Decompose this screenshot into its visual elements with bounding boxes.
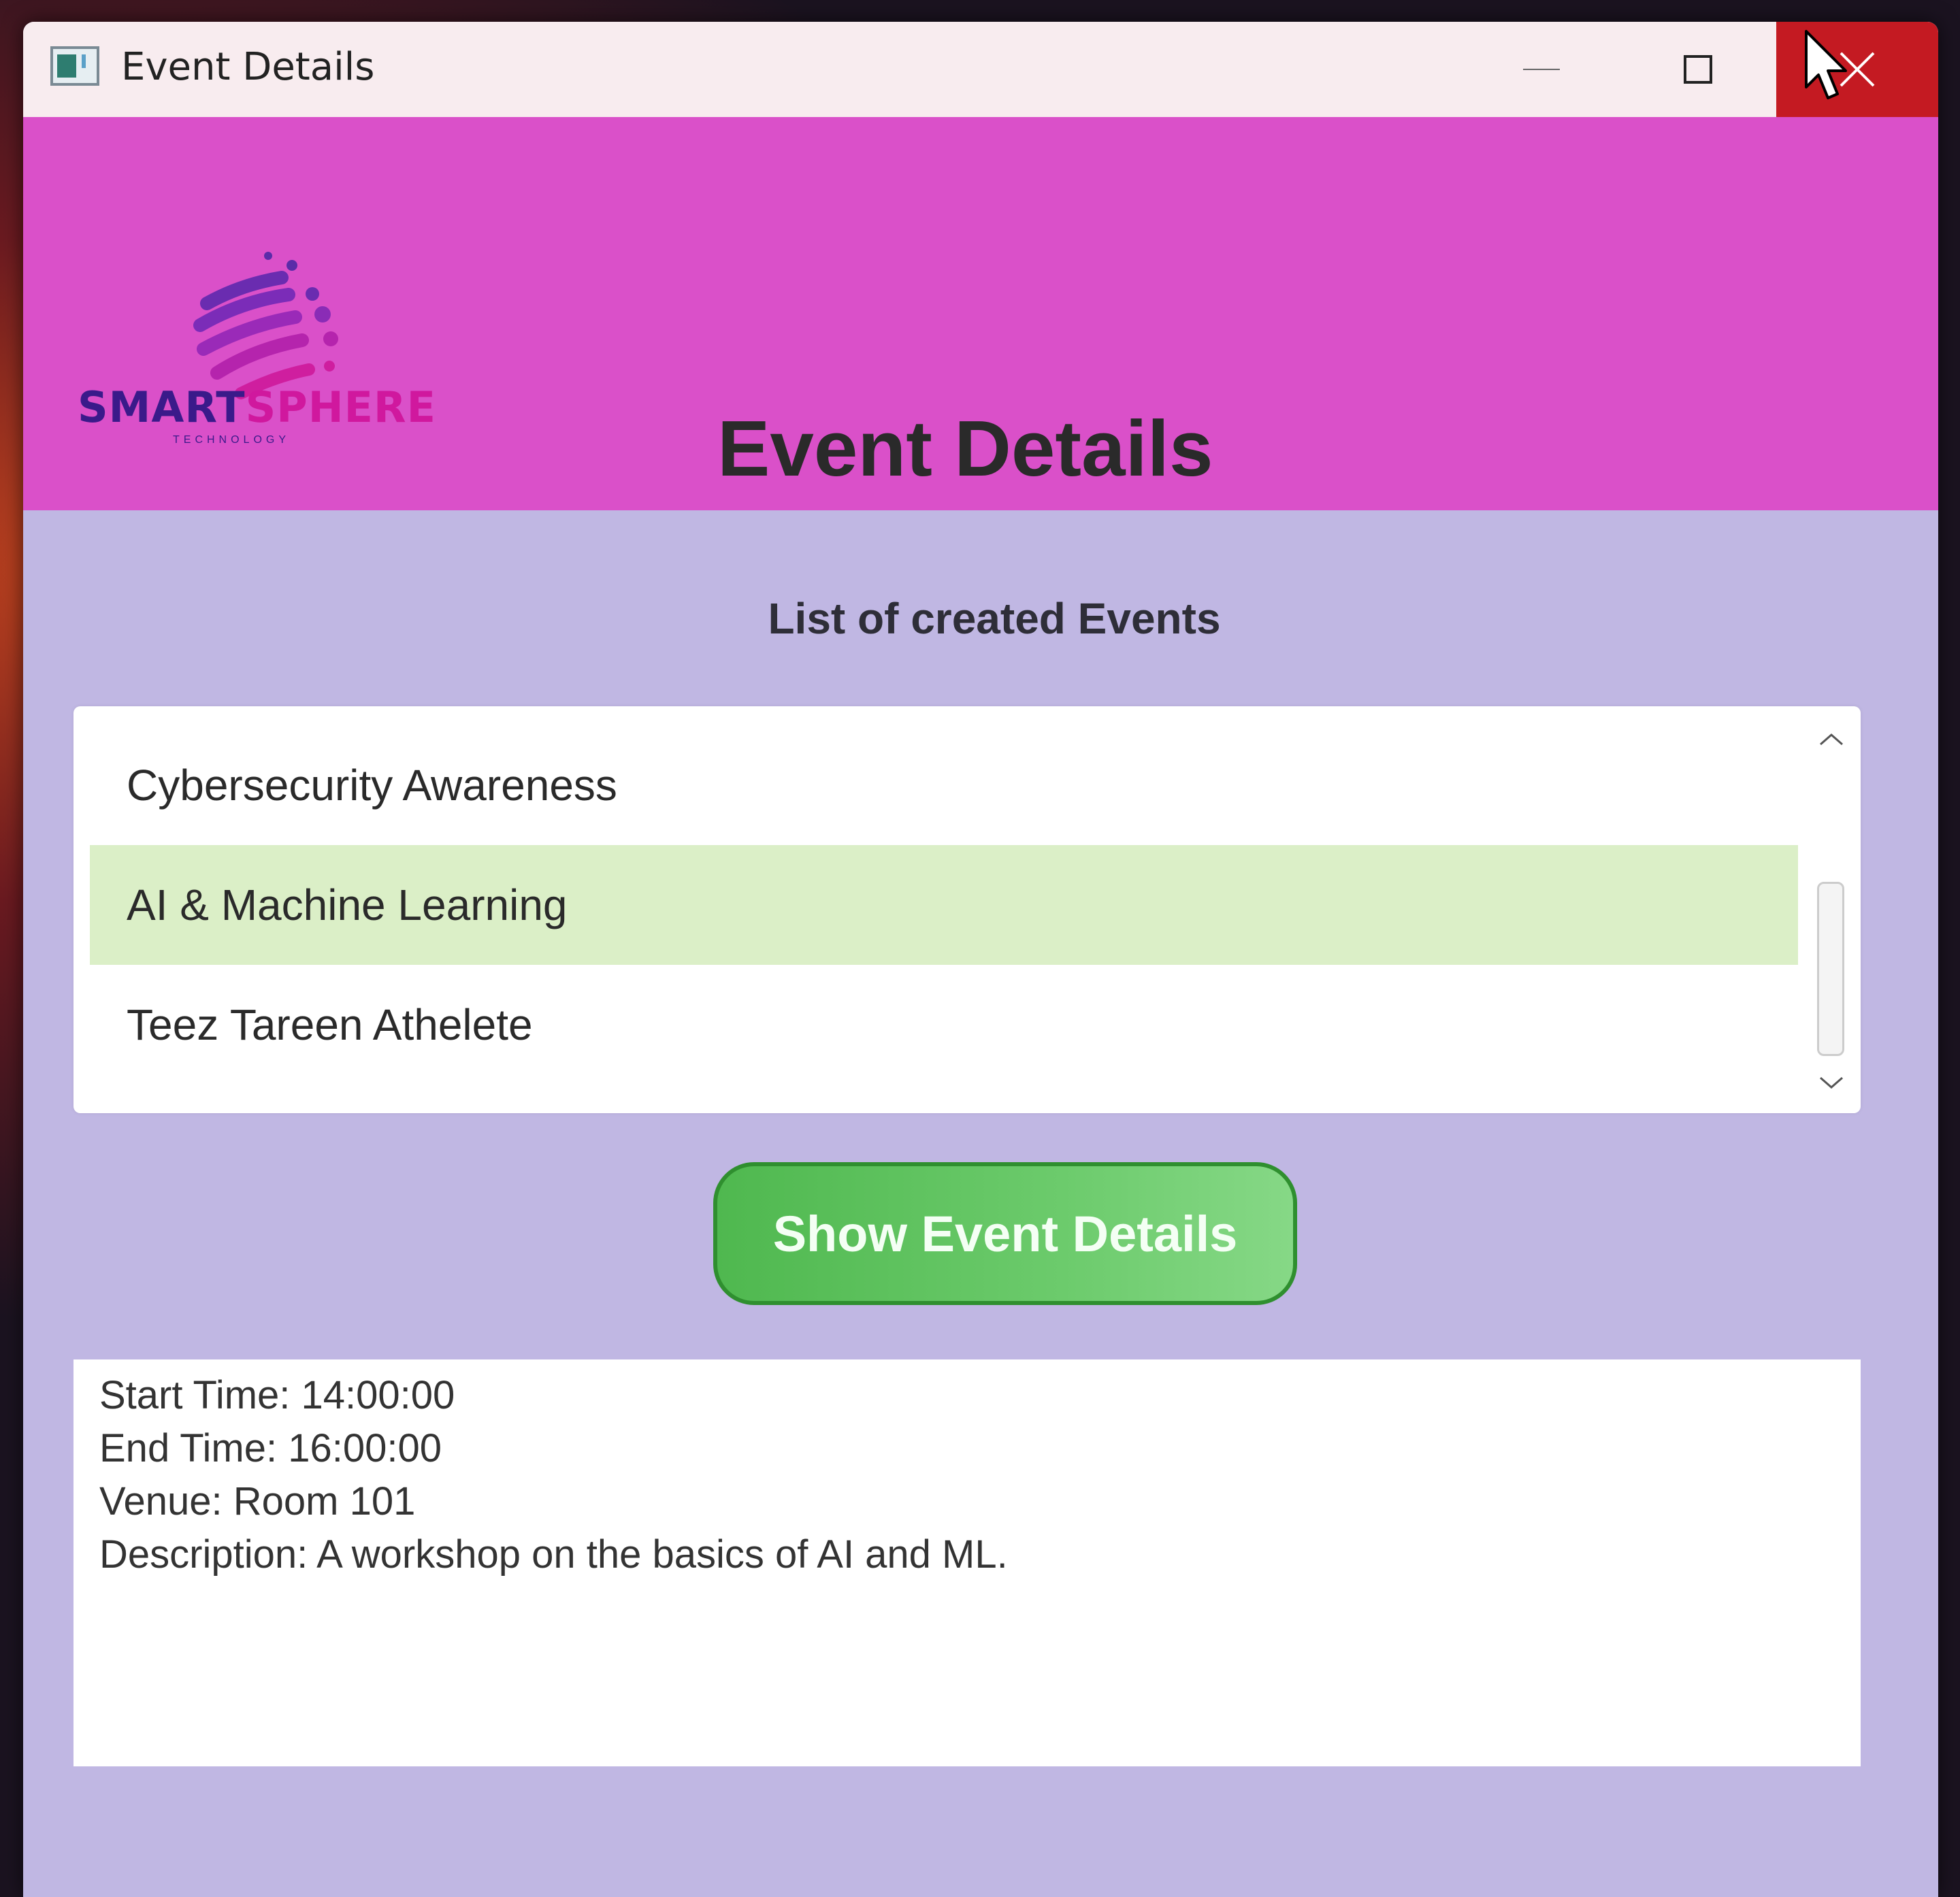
vertical-scrollbar[interactable] [1813, 725, 1850, 1097]
page-title: Event Details [717, 404, 1213, 493]
minimize-button[interactable] [1463, 22, 1620, 117]
header-banner: SMARTSPHERE TECHNOLOGY Event Details [23, 117, 1938, 510]
close-button[interactable] [1776, 22, 1938, 117]
scroll-down-arrow-icon[interactable] [1813, 1070, 1850, 1097]
end-time-line: End Time: 16:00:00 [99, 1426, 442, 1470]
maximize-icon [1684, 55, 1712, 84]
show-event-details-button[interactable]: Show Event Details [713, 1162, 1297, 1305]
event-details-textarea[interactable]: Start Time: 14:00:00 End Time: 16:00:00 … [74, 1359, 1861, 1766]
window-title: Event Details [121, 45, 375, 89]
scroll-up-arrow-icon[interactable] [1813, 725, 1850, 753]
events-list-label: List of created Events [768, 594, 1221, 643]
app-window-icon [50, 46, 99, 86]
minimize-icon [1523, 69, 1560, 70]
list-item-teez-tareen-athelete[interactable]: Teez Tareen Athelete [90, 965, 1798, 1085]
events-listbox[interactable]: Cybersecurity Awareness AI & Machine Lea… [74, 706, 1861, 1113]
maximize-button[interactable] [1620, 22, 1776, 117]
scrollbar-thumb[interactable] [1817, 882, 1844, 1056]
list-item-label: Teez Tareen Athelete [127, 1000, 533, 1049]
logo-tagline: TECHNOLOGY [173, 434, 291, 446]
list-item-label: Cybersecurity Awareness [127, 761, 617, 810]
list-item-ai-machine-learning[interactable]: AI & Machine Learning [90, 845, 1798, 965]
logo-wordmark: SMARTSPHERE [78, 382, 437, 432]
event-details-window: Event Details SMARTSPHERE TECHNOLOGY Eve… [23, 22, 1938, 1897]
venue-line: Venue: Room 101 [99, 1479, 416, 1523]
description-line: Description: A workshop on the basics of… [99, 1532, 1008, 1577]
list-item-cybersecurity-awareness[interactable]: Cybersecurity Awareness [90, 725, 1798, 845]
mouse-pointer-icon [1805, 30, 1847, 99]
title-bar[interactable]: Event Details [23, 22, 1938, 117]
start-time-line: Start Time: 14:00:00 [99, 1373, 455, 1417]
list-item-label: AI & Machine Learning [127, 880, 568, 929]
